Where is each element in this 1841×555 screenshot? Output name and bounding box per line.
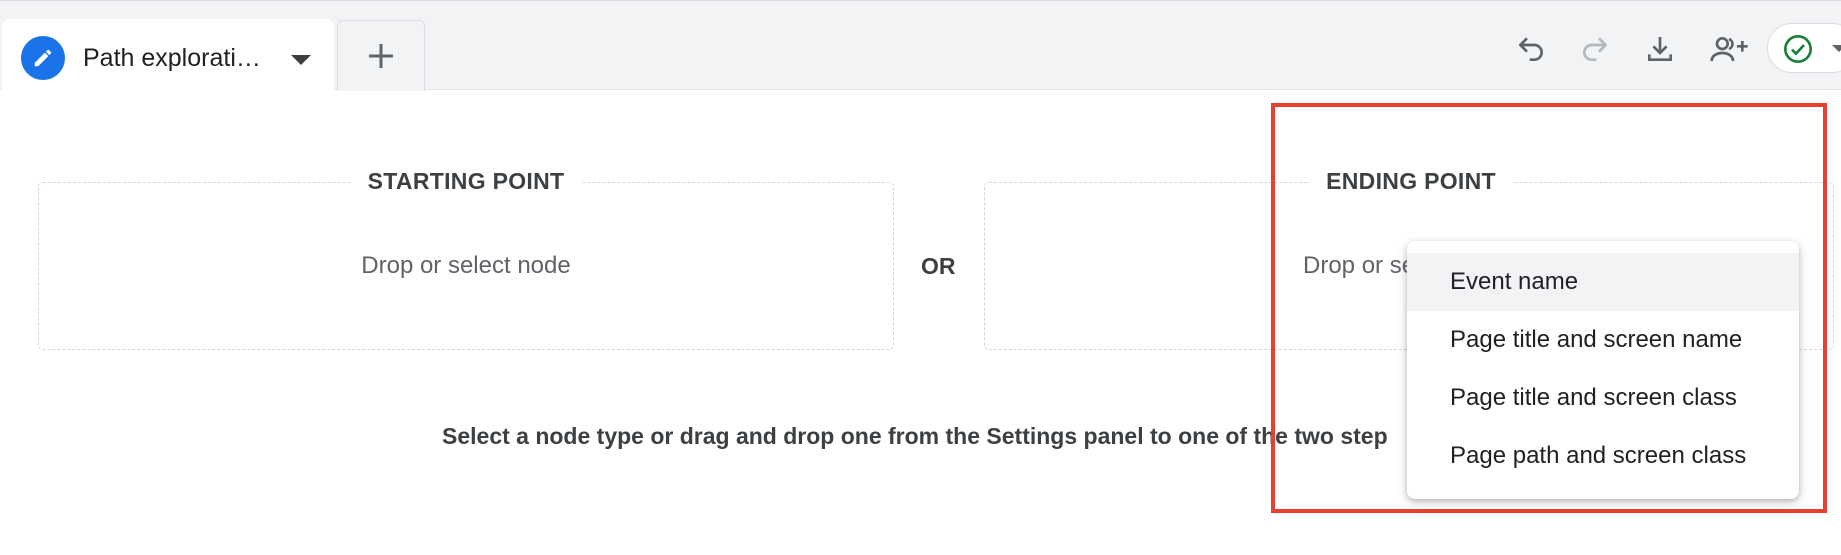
menu-item-page-path-screen-class[interactable]: Page path and screen class <box>1407 427 1799 485</box>
starting-point-dropzone[interactable]: STARTING POINT Drop or select node <box>38 168 894 350</box>
check-circle-icon <box>1784 35 1812 63</box>
menu-item-page-title-screen-name[interactable]: Page title and screen name <box>1407 311 1799 369</box>
menu-item-page-title-screen-class[interactable]: Page title and screen class <box>1407 369 1799 427</box>
tab-title[interactable]: Path explorati… <box>83 44 273 73</box>
ending-point-label: ENDING POINT <box>1310 168 1512 195</box>
tab-path-exploration[interactable]: Path explorati… <box>2 19 334 92</box>
top-bar: Path explorati… <box>0 0 1841 92</box>
node-type-menu: Event name Page title and screen name Pa… <box>1407 241 1799 499</box>
ending-point-placeholder[interactable]: Drop or se <box>1303 252 1415 280</box>
starting-point-placeholder[interactable]: Drop or select node <box>39 252 893 280</box>
chevron-down-icon[interactable] <box>1832 45 1841 52</box>
undo-icon[interactable] <box>1511 29 1551 69</box>
starting-point-label: STARTING POINT <box>351 168 581 195</box>
instruction-text: Select a node type or drag and drop one … <box>442 423 1388 449</box>
add-tab-button[interactable] <box>337 20 425 91</box>
chevron-down-icon[interactable] <box>291 55 311 65</box>
menu-item-event-name[interactable]: Event name <box>1407 253 1799 311</box>
or-separator: OR <box>921 253 956 279</box>
redo-icon[interactable] <box>1575 29 1615 69</box>
save-status-button[interactable] <box>1767 23 1841 73</box>
plus-icon <box>369 44 393 68</box>
share-users-icon[interactable] <box>1705 29 1753 69</box>
download-icon[interactable] <box>1640 29 1680 69</box>
pencil-icon[interactable] <box>21 36 65 80</box>
